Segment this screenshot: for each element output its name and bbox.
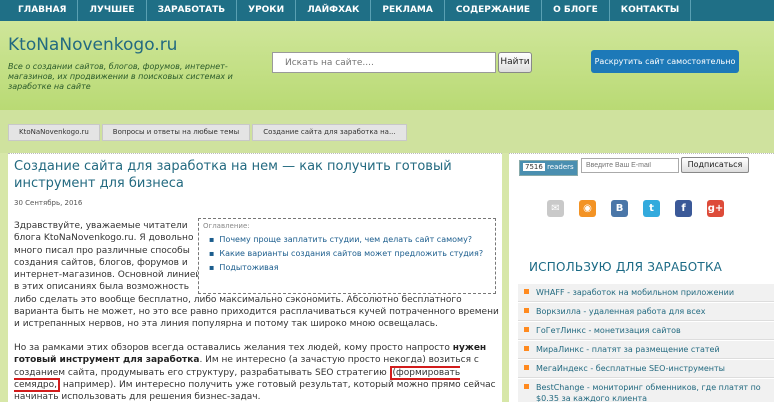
top-navigation: ГЛАВНАЯ ЛУЧШЕЕ ЗАРАБОТАТЬ УРОКИ ЛАЙФХАК …: [0, 0, 774, 21]
nav-lessons[interactable]: УРОКИ: [237, 0, 297, 21]
search-button[interactable]: Найти: [498, 52, 532, 73]
email-field[interactable]: [581, 158, 679, 173]
list-item[interactable]: МегаИндекс - бесплатные SEO-инструменты: [518, 359, 774, 378]
para-text: например). Им интересно получить уже гот…: [14, 379, 496, 402]
subscribe-button[interactable]: Подписаться: [681, 157, 749, 173]
nav-lifehack[interactable]: ЛАЙФХАК: [296, 0, 372, 21]
rss-icon[interactable]: ◉: [579, 200, 596, 217]
gplus-icon[interactable]: g+: [707, 200, 724, 217]
toc-item[interactable]: Какие варианты создания сайтов может пре…: [203, 247, 491, 261]
sidebar: 7516 readers Подписаться ✉ ◉ Вtf g+ ИСПОЛЬЗ…: [509, 153, 774, 402]
second-paragraph: Но за рамками этих обзоров всегда остава…: [14, 342, 504, 402]
table-of-contents: Оглавление: Почему проще заплатить студи…: [198, 218, 496, 294]
breadcrumb-current: Создание сайта для заработка на...: [252, 124, 407, 141]
breadcrumb: KtoNaNovenkogo.ru Вопросы и ответы на лю…: [8, 124, 409, 141]
post-date: 30 Сентябрь, 2016: [14, 199, 83, 207]
nav-home[interactable]: ГЛАВНАЯ: [0, 0, 79, 21]
list-item[interactable]: BestChange - мониторинг обменников, где …: [518, 378, 774, 402]
search-input[interactable]: [272, 52, 496, 73]
nav-about[interactable]: О БЛОГЕ: [542, 0, 610, 21]
nav-earn[interactable]: ЗАРАБОТАТЬ: [147, 0, 238, 21]
list-item[interactable]: WHAFF - заработок на мобильном приложени…: [518, 283, 774, 302]
post-title: Создание сайта для заработка на нем — ка…: [14, 159, 452, 191]
promo-button[interactable]: Раскрутить сайт самостоятельно: [591, 50, 739, 73]
site-header: KtoNaNovenkogo.ru Все о создании сайтов,…: [0, 21, 774, 110]
site-description: Все о создании сайтов, блогов, форумов, …: [8, 62, 233, 91]
email-icon[interactable]: ✉: [547, 200, 564, 217]
nav-contents[interactable]: СОДЕРЖАНИЕ: [445, 0, 543, 21]
toc-title: Оглавление:: [203, 222, 250, 230]
breadcrumb-home[interactable]: KtoNaNovenkogo.ru: [8, 124, 100, 141]
sidebar-heading: ИСПОЛЬЗУЮ ДЛЯ ЗАРАБОТКА: [529, 260, 723, 274]
earnings-list: WHAFF - заработок на мобильном приложени…: [518, 283, 774, 402]
nav-best[interactable]: ЛУЧШЕЕ: [78, 0, 147, 21]
twitter-icon[interactable]: t: [643, 200, 660, 217]
social-icons: ✉ ◉ Вt f g+: [547, 200, 739, 217]
article: Создание сайта для заработка на нем — ка…: [8, 153, 502, 402]
list-item[interactable]: ГоГетЛинкс - монетизация сайтов: [518, 321, 774, 340]
toc-item[interactable]: Почему проще заплатить студии, чем делат…: [203, 233, 491, 247]
nav-contacts[interactable]: КОНТАКТЫ: [610, 0, 692, 21]
para-text: Но за рамками этих обзоров всегда остава…: [14, 343, 453, 353]
nav-ads[interactable]: РЕКЛАМА: [371, 0, 445, 21]
vk-icon[interactable]: В: [611, 200, 628, 217]
list-item[interactable]: МираЛинкс - платят за размещение статей: [518, 340, 774, 359]
list-item[interactable]: Воркзилла - удаленная работа для всех: [518, 302, 774, 321]
readers-count: 7516: [523, 163, 545, 171]
readers-label: readers: [547, 163, 574, 171]
facebook-icon[interactable]: f: [675, 200, 692, 217]
breadcrumb-category[interactable]: Вопросы и ответы на любые темы: [101, 124, 251, 141]
toc-item[interactable]: Подытоживая: [203, 261, 491, 275]
readers-badge[interactable]: 7516 readers: [519, 160, 578, 176]
site-title[interactable]: KtoNaNovenkogo.ru: [8, 35, 177, 55]
